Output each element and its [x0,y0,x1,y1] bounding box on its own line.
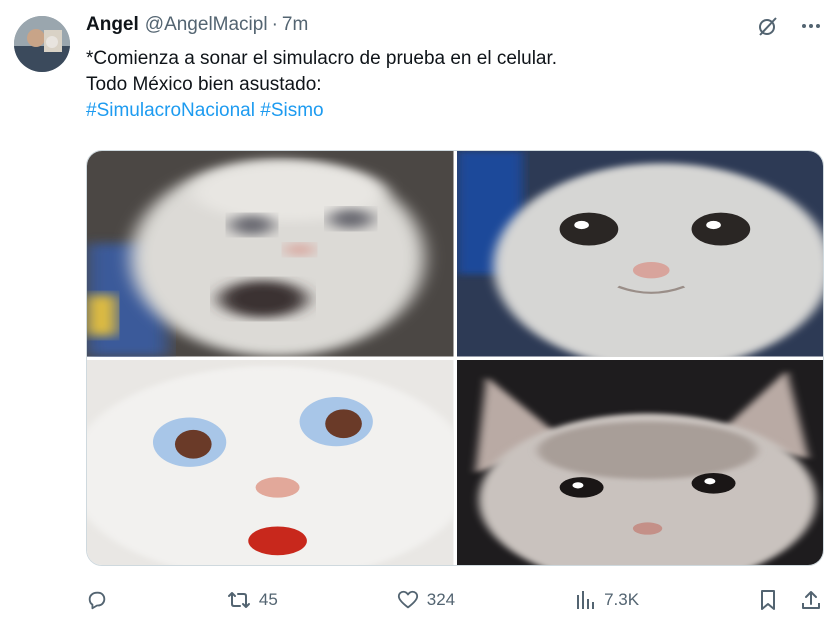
views-bars-icon [577,591,595,609]
avatar-image [14,16,70,72]
views-count: 7.3K [604,590,640,609]
heart-icon [397,590,418,609]
views-button[interactable]: 7.3K [574,589,639,611]
media-image[interactable] [456,359,823,565]
post-time[interactable]: 7m [282,14,308,36]
bookmark-icon [760,590,775,610]
author-handle[interactable]: @AngelMacipl [145,14,268,36]
hashtag-link[interactable]: #Sismo [260,100,323,121]
share-button[interactable] [800,589,822,611]
post-top-actions [756,14,822,38]
post-secondary-actions [758,589,822,611]
post-header: Angel @AngelMacipl · 7m [86,14,308,36]
hashtag-link[interactable]: #SimulacroNacional [86,100,255,121]
like-count: 324 [426,590,456,609]
reply-icon [88,591,106,610]
post-text: *Comienza a sonar el simulacro de prueba… [86,46,557,124]
post-hashtags: #SimulacroNacional #Sismo [86,98,557,124]
media-grid [86,150,824,566]
more-options-icon[interactable] [800,15,822,37]
grok-icon[interactable] [756,14,780,38]
retweet-button[interactable]: 45 [227,589,278,611]
separator-dot: · [271,14,278,35]
retweet-icon [227,592,250,608]
author-name[interactable]: Angel [86,14,139,36]
share-icon [801,591,820,609]
retweet-count: 45 [258,590,278,609]
media-image[interactable] [87,359,454,565]
like-button[interactable]: 324 [397,589,455,611]
post-text-line-1: *Comienza a sonar el simulacro de prueba… [86,48,558,69]
avatar[interactable] [14,16,70,72]
reply-button[interactable] [86,589,108,611]
post-text-line-2: Todo México bien asustado: [86,74,322,95]
media-image[interactable] [456,151,823,357]
media-image[interactable] [87,151,454,357]
bookmark-button[interactable] [758,589,778,611]
post-action-bar: 45 324 7.3K [86,586,822,614]
